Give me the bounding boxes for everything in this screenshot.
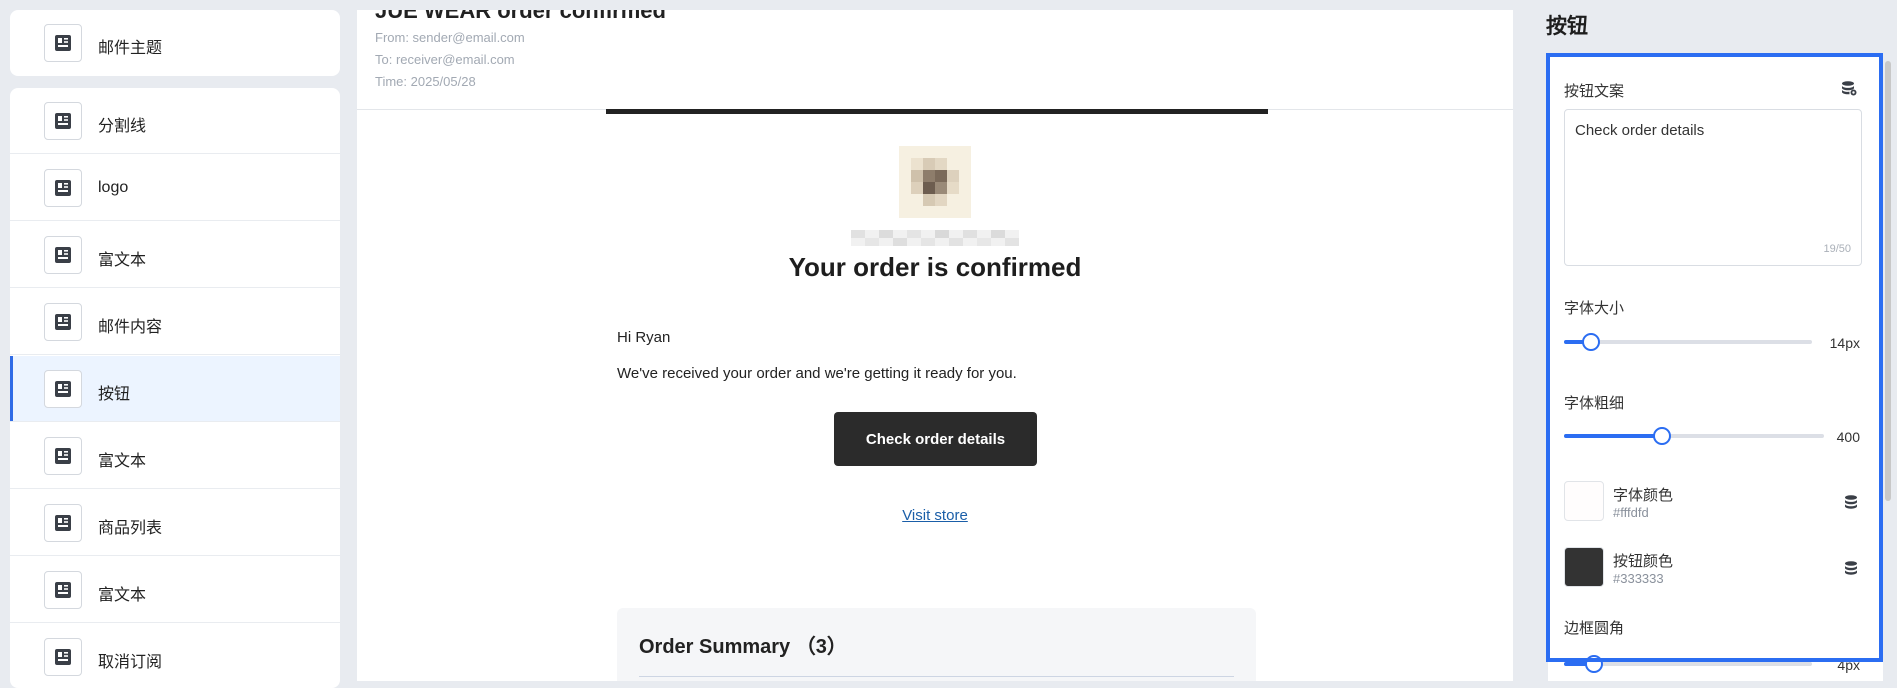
sidebar-item[interactable]: 取消订阅 [10,624,340,688]
divider-bar [606,109,1268,114]
layout-block-icon [44,571,82,609]
layout-block-icon [44,102,82,140]
email-from: From: sender@email.com [375,30,525,45]
email-preview: JUE WEAR order confirmed From: sender@em… [357,10,1513,681]
sidebar-item-label: 分割线 [98,118,147,135]
panel-scrollbar[interactable] [1885,53,1893,681]
sidebar-item-label: 取消订阅 [98,654,163,671]
check-order-button[interactable]: Check order details [834,412,1037,466]
email-headline: Your order is confirmed [788,252,1082,282]
email-subject: JUE WEAR order confirmed [375,10,666,23]
layout-block-icon [44,24,82,62]
layout-block-icon [44,504,82,542]
email-header: JUE WEAR order confirmed From: sender@em… [357,10,1513,110]
layout-block-icon [44,303,82,341]
order-summary-title: Order Summary （3） [639,636,847,658]
email-to: To: receiver@email.com [375,52,515,67]
layout-block-icon [44,638,82,676]
component-sidebar: 邮件主题 分割线 logo 富文本 邮件内容 按钮 富文本 商品列表 富文本 取消订阅 [10,0,340,688]
store-logo-image [899,146,971,218]
sidebar-item[interactable]: 富文本 [10,222,340,288]
sidebar-component-list: 分割线 logo 富文本 邮件内容 按钮 富文本 商品列表 富文本 取消订阅 [10,88,340,688]
order-summary-section: Order Summary （3） [617,608,1256,681]
summary-divider [639,676,1234,677]
sidebar-item-label: 邮件主题 [98,40,163,57]
layout-block-icon [44,437,82,475]
store-name-image [851,230,1019,246]
email-greeting: Hi Ryan [617,329,671,346]
visit-store-link[interactable]: Visit store [357,507,1513,524]
sidebar-item[interactable]: 富文本 [10,423,340,489]
sidebar-item-label: 富文本 [98,453,147,470]
email-time: Time: 2025/05/28 [375,74,476,89]
sidebar-item-label: logo [98,179,129,196]
sidebar-item-subject[interactable]: 邮件主题 [10,10,340,76]
sidebar-item-label: 邮件内容 [98,319,163,336]
sidebar-item[interactable]: logo [10,155,340,221]
selected-component-highlight [1546,53,1883,662]
sidebar-item-label: 富文本 [98,587,147,604]
panel-title: 按钮 [1546,15,1588,38]
sidebar-item-label: 商品列表 [98,520,163,537]
border-radius-slider[interactable] [1564,655,1812,673]
sidebar-item-label: 按钮 [98,386,131,403]
layout-block-icon [44,169,82,207]
sidebar-item[interactable]: 邮件内容 [10,289,340,355]
sidebar-item[interactable]: 商品列表 [10,490,340,556]
sidebar-item[interactable]: 富文本 [10,557,340,623]
layout-block-icon [44,370,82,408]
layout-block-icon [44,236,82,274]
sidebar-item[interactable]: 按钮 [10,356,340,422]
sidebar-top-card: 邮件主题 [10,10,340,76]
panel-scrollbar-thumb[interactable] [1885,61,1891,501]
email-body-text: We've received your order and we're gett… [617,365,1017,382]
sidebar-item-label: 富文本 [98,252,147,269]
sidebar-item[interactable]: 分割线 [10,88,340,154]
